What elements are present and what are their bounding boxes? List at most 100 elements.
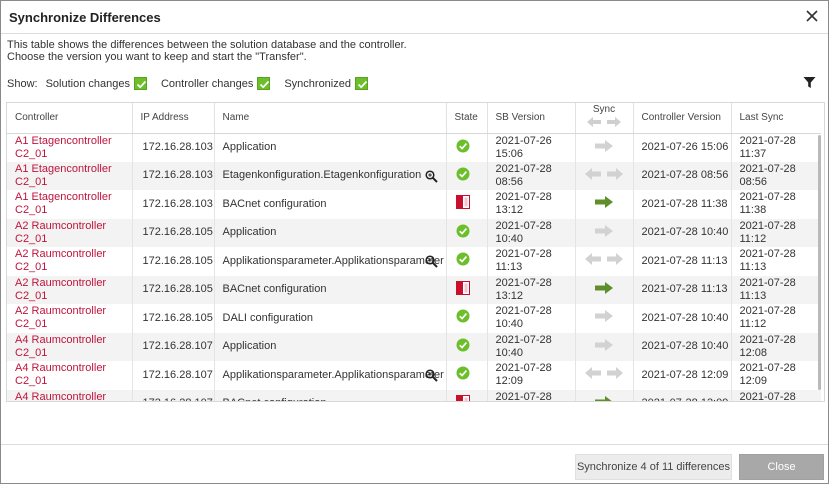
table-row[interactable]: A4 Raumcontroller C2_01 172.16.28.107 Appli…: [7, 332, 821, 361]
close-icon[interactable]: [804, 8, 820, 24]
item-name: BACnet configuration: [222, 283, 327, 296]
last-sync-cell: 2021-07-28 11:12: [731, 218, 821, 247]
sync-arrows-both-icon[interactable]: [584, 253, 624, 269]
sb-version-cell: 2021-07-2813:12: [487, 190, 576, 219]
synchronize-button[interactable]: Synchronize 4 of 11 differences: [575, 454, 732, 480]
table-row[interactable]: A1 Etagencontroller C2_01 172.16.28.103 App…: [7, 133, 821, 162]
synced-check-icon: [456, 252, 470, 269]
name-cell: BACnet configuration: [214, 275, 447, 304]
column-header-controller[interactable]: Controller: [7, 103, 133, 134]
sync-cell[interactable]: [575, 218, 634, 247]
column-header-sb-version[interactable]: SB Version: [487, 103, 576, 134]
state-cell: [446, 389, 488, 401]
column-header-name[interactable]: Name: [214, 103, 447, 134]
controller-name: A2 Raumcontroller: [15, 248, 107, 261]
table-row[interactable]: A4 Raumcontroller C2_01 172.16.28.107 Appli…: [7, 361, 821, 390]
state-cell: [446, 275, 488, 304]
sb-version-time: 10:40: [495, 318, 524, 331]
sb-version-date: 2021-07-28: [495, 248, 552, 261]
state-cell: [446, 190, 488, 219]
sb-version-date: 2021-07-28: [495, 305, 552, 318]
controller-name: A4 Raumcontroller: [15, 390, 107, 402]
sync-arrow-right-active-icon[interactable]: [594, 395, 614, 401]
sync-cell[interactable]: [575, 361, 634, 390]
controller-version-cell: 2021-07-26 15:06: [633, 133, 732, 162]
last-sync-cell: 2021-07-28 11:12: [731, 304, 821, 333]
column-header-ip-address[interactable]: IP Address: [132, 103, 215, 134]
sync-arrow-right-icon[interactable]: [594, 310, 614, 326]
conflict-state-icon: [455, 280, 470, 298]
zoom-icon[interactable]: [424, 169, 438, 183]
name-cell: Application: [214, 332, 447, 361]
sync-arrows-both-icon[interactable]: [584, 167, 624, 184]
sync-cell[interactable]: [575, 275, 634, 304]
scrollbar-thumb[interactable]: [818, 135, 821, 390]
sb-version-time: 13:12: [495, 204, 524, 217]
filter-funnel-icon[interactable]: [803, 76, 816, 89]
last-sync-cell: 2021-07-2812:09: [731, 361, 821, 390]
name-cell: Applikationsparameter.Applikationsparame…: [214, 247, 447, 276]
sync-header-label: Sync: [592, 104, 616, 115]
item-name: DALI configuration: [222, 311, 314, 324]
close-button[interactable]: Close: [739, 454, 824, 480]
ip-address-cell: 172.16.28.105: [132, 247, 215, 276]
table-row[interactable]: A1 Etagencontroller C2_01 172.16.28.103 BAC…: [7, 190, 821, 219]
synchronize-differences-dialog: Synchronize Differences This table shows…: [0, 0, 829, 484]
last-sync-date: 2021-07-28: [739, 333, 796, 346]
sb-version-date: 2021-07-28: [495, 219, 552, 232]
sync-cell[interactable]: [575, 161, 634, 190]
last-sync-date: 2021-07-28: [739, 219, 796, 232]
item-name: BACnet configuration: [223, 397, 327, 401]
sync-arrows-both-icon[interactable]: [584, 367, 624, 383]
zoom-icon[interactable]: [424, 369, 438, 382]
sync-cell[interactable]: [575, 190, 634, 219]
table-row[interactable]: A1 Etagencontroller C2_01 172.16.28.103 Eta…: [7, 161, 821, 190]
controller-cell: A4 RaumcontrollerC2_01: [7, 389, 133, 402]
sync-arrow-right-active-icon[interactable]: [594, 281, 614, 298]
sync-cell[interactable]: [575, 332, 634, 361]
sync-cell[interactable]: [575, 304, 634, 333]
controller-name: A2 Raumcontroller: [15, 219, 107, 232]
filter-controller-changes-checkbox[interactable]: [257, 77, 271, 90]
synced-check-icon: [456, 309, 470, 326]
last-sync-time: 11:13: [739, 289, 767, 302]
last-sync-time: 11:13: [739, 261, 767, 274]
sync-cell[interactable]: [575, 133, 634, 162]
last-sync-date: 2021-07-28: [739, 162, 796, 175]
column-header-sync[interactable]: Sync: [575, 103, 634, 134]
state-cell: [446, 161, 488, 190]
sb-version-date: 2021-07-26: [495, 134, 552, 147]
table-row[interactable]: A2 Raumcontroller C2_01 172.16.28.105 BACne…: [7, 275, 821, 304]
sync-arrow-right-icon[interactable]: [594, 338, 614, 355]
sync-all-arrows-icon[interactable]: [576, 116, 633, 131]
name-cell: Application: [214, 133, 447, 162]
sync-arrow-right-icon[interactable]: [594, 139, 614, 156]
table-row[interactable]: A2 Raumcontroller C2_01 172.16.28.105 Appli…: [7, 247, 821, 276]
table-row[interactable]: A2 Raumcontroller C2_01 172.16.28.105 Appli…: [7, 218, 821, 247]
controller-version-cell: 2021-07-28 11:13: [633, 247, 732, 276]
last-sync-cell: 2021-07-28 11:13: [731, 247, 821, 276]
controller-version-cell: 2021-07-28 12:09: [633, 361, 732, 390]
column-header-state[interactable]: State: [446, 103, 488, 134]
sync-arrow-right-icon[interactable]: [594, 224, 614, 241]
table-row[interactable]: A2 Raumcontroller C2_01 172.16.28.105 DALI …: [7, 304, 821, 333]
last-sync-date: 2021-07-28: [739, 305, 796, 318]
sync-cell[interactable]: [575, 389, 634, 401]
column-header-last-sync[interactable]: Last Sync: [731, 103, 821, 134]
table-scrollbar[interactable]: [818, 135, 823, 399]
conflict-state-icon: [455, 195, 470, 212]
controller-cell: A2 Raumcontroller C2_01: [7, 247, 133, 276]
last-sync-time: 11:12: [739, 232, 767, 245]
sb-version-cell: 2021-07-28 10:40: [487, 304, 576, 333]
filter-solution-changes-checkbox[interactable]: [133, 77, 147, 90]
ip-address-cell: 172.16.28.103: [132, 161, 215, 190]
zoom-icon[interactable]: [424, 255, 438, 268]
last-sync-cell: 2021-07-2812:09: [731, 389, 821, 401]
column-header-controller-version[interactable]: Controller Version: [633, 103, 732, 134]
table-row[interactable]: A4 RaumcontrollerC2_01172.16.28.107 BACne…: [7, 389, 821, 402]
controller-name: A1 Etagencontroller: [15, 191, 112, 204]
description-line-1: This table shows the differences between…: [7, 39, 407, 51]
sync-arrow-right-active-icon[interactable]: [594, 196, 614, 212]
sync-cell[interactable]: [575, 247, 634, 276]
filter-synchronized-checkbox[interactable]: [354, 77, 368, 90]
